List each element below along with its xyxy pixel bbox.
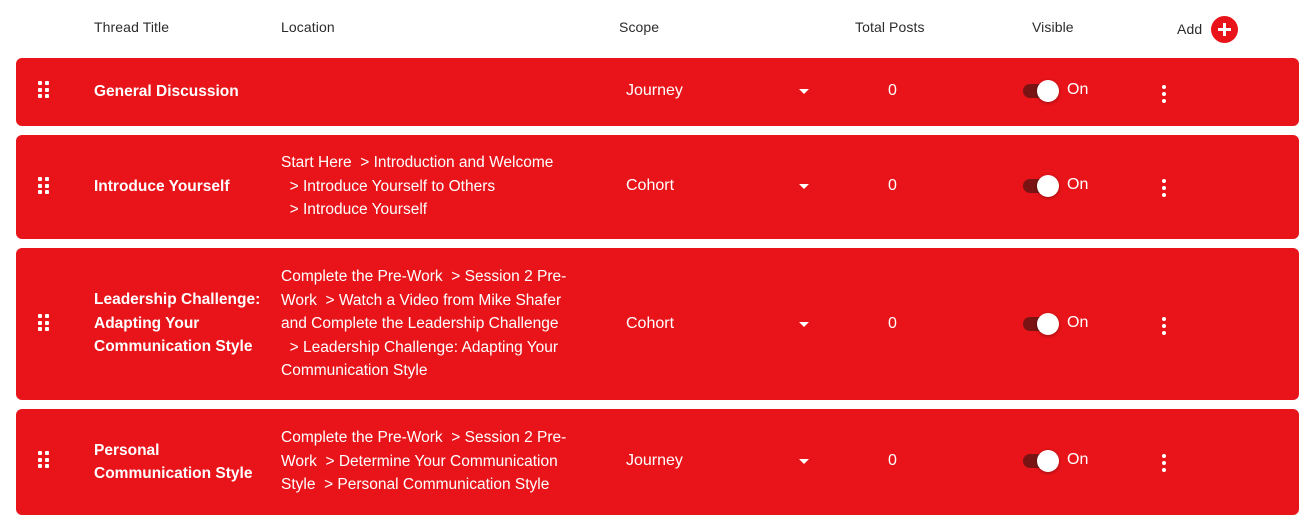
- location-line: > Leadership Challenge: Adapting Your: [281, 338, 559, 356]
- total-posts: 0: [888, 82, 897, 99]
- more-options-icon[interactable]: [1158, 316, 1170, 336]
- visible-label: On: [1067, 176, 1089, 193]
- header-thread-title: Thread Title: [94, 19, 170, 35]
- more-options-icon[interactable]: [1158, 178, 1170, 198]
- location-line: Communication Style: [281, 362, 428, 379]
- location-line: Complete the Pre-Work > Session 2 Pre-: [281, 429, 567, 446]
- scope-select[interactable]: Cohort: [626, 173, 811, 199]
- drag-handle-icon[interactable]: [38, 314, 50, 332]
- total-posts: 0: [888, 452, 897, 469]
- scope-select[interactable]: Cohort: [626, 311, 811, 337]
- total-posts: 0: [888, 177, 897, 194]
- thread-location: Complete the Pre-Work > Session 2 Pre- W…: [281, 265, 601, 383]
- scope-select[interactable]: Journey: [626, 78, 811, 104]
- location-line: Complete the Pre-Work > Session 2 Pre-: [281, 268, 567, 285]
- table-header: Thread Title Location Scope Total Posts …: [0, 0, 1314, 58]
- more-options-icon[interactable]: [1158, 84, 1170, 104]
- caret-down-icon: [799, 88, 809, 94]
- location-line: Style > Personal Communication Style: [281, 476, 550, 493]
- caret-down-icon: [799, 458, 809, 464]
- visible-label: On: [1067, 81, 1089, 98]
- drag-handle-icon[interactable]: [38, 81, 50, 99]
- plus-icon: [1218, 23, 1231, 36]
- visible-toggle[interactable]: [1023, 313, 1059, 335]
- scope-select[interactable]: Journey: [626, 448, 811, 474]
- header-scope: Scope: [619, 19, 660, 35]
- table-row: General Discussion Journey 0 On: [16, 58, 1299, 126]
- thread-title: Introduce Yourself: [94, 178, 230, 196]
- visible-label: On: [1067, 451, 1089, 468]
- location-line: Start Here > Introduction and Welcome: [281, 154, 554, 171]
- caret-down-icon: [799, 183, 809, 189]
- table-row: Leadership Challenge: Adapting Your Comm…: [16, 248, 1299, 400]
- more-options-icon[interactable]: [1158, 453, 1170, 473]
- location-line: and Complete the Leadership Challenge: [281, 315, 559, 332]
- visible-label: On: [1067, 314, 1089, 331]
- total-posts: 0: [888, 315, 897, 332]
- location-line: > Introduce Yourself to Others: [281, 177, 496, 195]
- table-row: Introduce Yourself Start Here > Introduc…: [16, 135, 1299, 239]
- caret-down-icon: [799, 321, 809, 327]
- scope-value: Cohort: [626, 315, 675, 332]
- scope-value: Cohort: [626, 177, 675, 194]
- drag-handle-icon[interactable]: [38, 451, 50, 469]
- location-line: > Introduce Yourself: [281, 201, 428, 218]
- header-total-posts: Total Posts: [855, 19, 925, 35]
- thread-title: Personal Communication Style: [94, 441, 253, 483]
- table-row: Personal Communication Style Complete th…: [16, 409, 1299, 515]
- scope-value: Journey: [626, 452, 683, 469]
- location-line: Work > Determine Your Communication: [281, 452, 558, 470]
- header-visible: Visible: [1032, 19, 1074, 35]
- location-line: Work > Watch a Video from Mike Shafer: [281, 291, 562, 309]
- thread-location: Complete the Pre-Work > Session 2 Pre- W…: [281, 426, 601, 497]
- thread-table: Thread Title Location Scope Total Posts …: [0, 0, 1314, 522]
- visible-toggle[interactable]: [1023, 450, 1059, 472]
- add-thread-button[interactable]: [1211, 16, 1238, 43]
- visible-toggle[interactable]: [1023, 175, 1059, 197]
- header-add-label: Add: [1177, 21, 1203, 37]
- thread-title: Leadership Challenge: Adapting Your Comm…: [94, 291, 261, 356]
- drag-handle-icon[interactable]: [38, 177, 50, 195]
- header-location: Location: [281, 19, 335, 35]
- visible-toggle[interactable]: [1023, 80, 1059, 102]
- thread-title: General Discussion: [94, 83, 239, 101]
- scope-value: Journey: [626, 82, 683, 99]
- thread-location: Start Here > Introduction and Welcome > …: [281, 151, 601, 222]
